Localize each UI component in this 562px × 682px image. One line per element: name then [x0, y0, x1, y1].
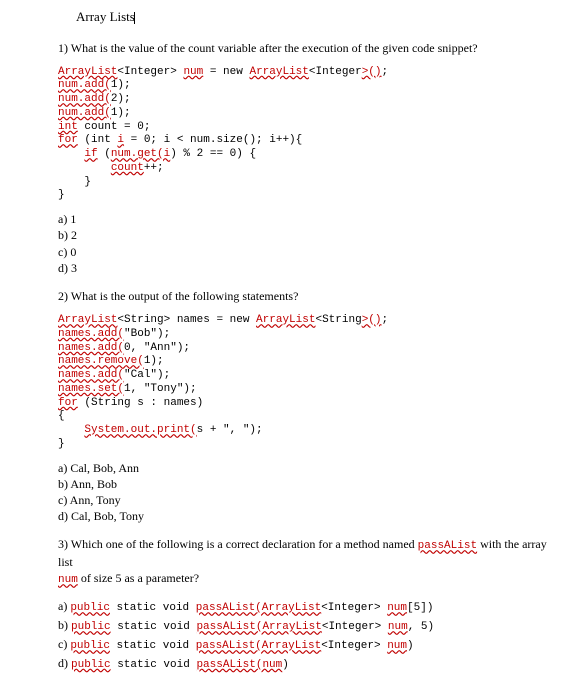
q3-option-d: d) public static void passAList(num) [58, 655, 554, 674]
q3-option-c: c) public static void passAList(ArrayLis… [58, 636, 554, 655]
q1-option-d: d) 3 [58, 260, 554, 276]
q3-prompt: 3) Which one of the following is a corre… [58, 536, 554, 588]
q2-prompt: 2) What is the output of the following s… [58, 288, 554, 304]
q1-option-c: c) 0 [58, 244, 554, 260]
q2-option-b: b) Ann, Bob [58, 476, 554, 492]
q2-option-a: a) Cal, Bob, Ann [58, 460, 554, 476]
title-text: Array Lists [76, 9, 135, 24]
text-cursor [134, 12, 135, 24]
q1-answers: a) 1 b) 2 c) 0 d) 3 [58, 211, 554, 276]
page-title: Array Lists [76, 8, 554, 26]
q2-option-c: c) Ann, Tony [58, 492, 554, 508]
q2-option-d: d) Cal, Bob, Tony [58, 508, 554, 524]
q1-prompt: 1) What is the value of the count variab… [58, 40, 554, 56]
q3-text-3: of size 5 as a parameter? [78, 571, 199, 585]
q1-option-b: b) 2 [58, 227, 554, 243]
q3-option-a: a) public static void passAList(ArrayLis… [58, 598, 554, 617]
q3-code-num: num [58, 574, 78, 586]
q3-code-passalist: passAList [418, 540, 477, 552]
q2-answers: a) Cal, Bob, Ann b) Ann, Bob c) Ann, Ton… [58, 460, 554, 525]
q1-code: ArrayList<Integer> num = new ArrayList<I… [58, 66, 554, 204]
q3-text-1: 3) Which one of the following is a corre… [58, 537, 418, 551]
q3-answers: a) public static void passAList(ArrayLis… [58, 598, 554, 674]
q2-code: ArrayList<String> names = new ArrayList<… [58, 314, 554, 452]
q3-option-b: b) public static void passAList(ArrayLis… [58, 617, 554, 636]
q1-option-a: a) 1 [58, 211, 554, 227]
